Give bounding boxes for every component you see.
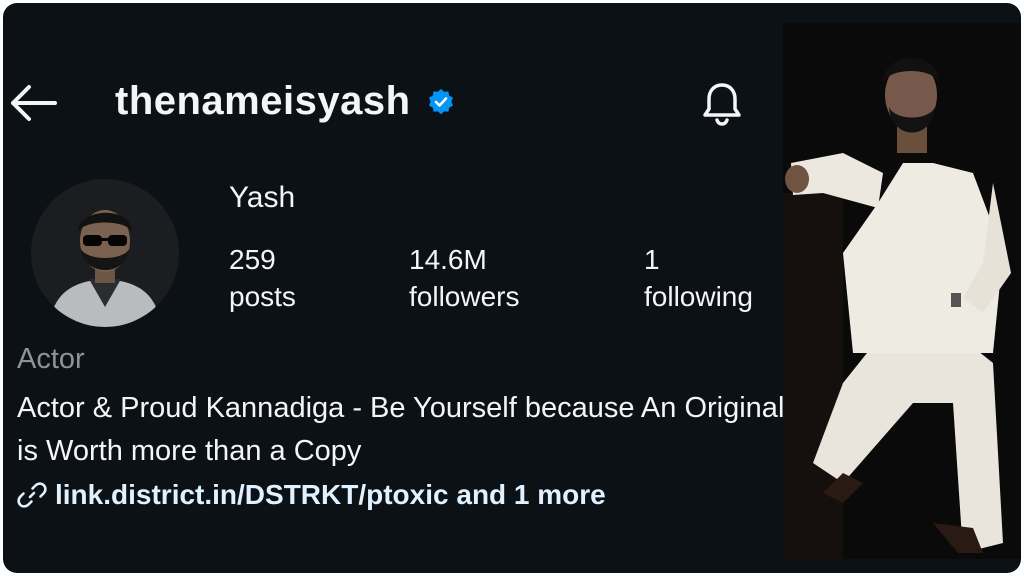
back-arrow-icon[interactable] bbox=[7, 83, 59, 123]
display-name: Yash bbox=[229, 181, 296, 214]
header-title: thenameisyash bbox=[115, 79, 455, 124]
following-value: 1 bbox=[644, 244, 660, 275]
profile-avatar[interactable] bbox=[31, 179, 179, 327]
profile-bio: Actor & Proud Kannadiga - Be Yourself be… bbox=[17, 392, 785, 467]
following-label: following bbox=[644, 281, 753, 312]
profile-category: Actor bbox=[17, 343, 85, 375]
followers-value: 14.6M bbox=[409, 244, 487, 275]
promo-photo bbox=[783, 23, 1021, 559]
link-icon bbox=[17, 482, 47, 508]
notification-bell-icon[interactable] bbox=[697, 79, 747, 129]
profile-link[interactable]: link.district.in/DSTRKT/ptoxic and 1 mor… bbox=[17, 479, 606, 511]
username: thenameisyash bbox=[115, 79, 411, 123]
posts-count[interactable]: 259 posts bbox=[229, 243, 296, 317]
profile-screen: thenameisyash Yash 259 posts 14.6M follo… bbox=[3, 3, 1021, 573]
followers-count[interactable]: 14.6M followers bbox=[409, 243, 519, 317]
posts-value: 259 bbox=[229, 244, 276, 275]
posts-label: posts bbox=[229, 281, 296, 312]
link-text: link.district.in/DSTRKT/ptoxic and 1 mor… bbox=[55, 479, 606, 510]
followers-label: followers bbox=[409, 281, 520, 312]
following-count[interactable]: 1 following bbox=[644, 243, 753, 317]
verified-badge-icon bbox=[428, 88, 453, 114]
